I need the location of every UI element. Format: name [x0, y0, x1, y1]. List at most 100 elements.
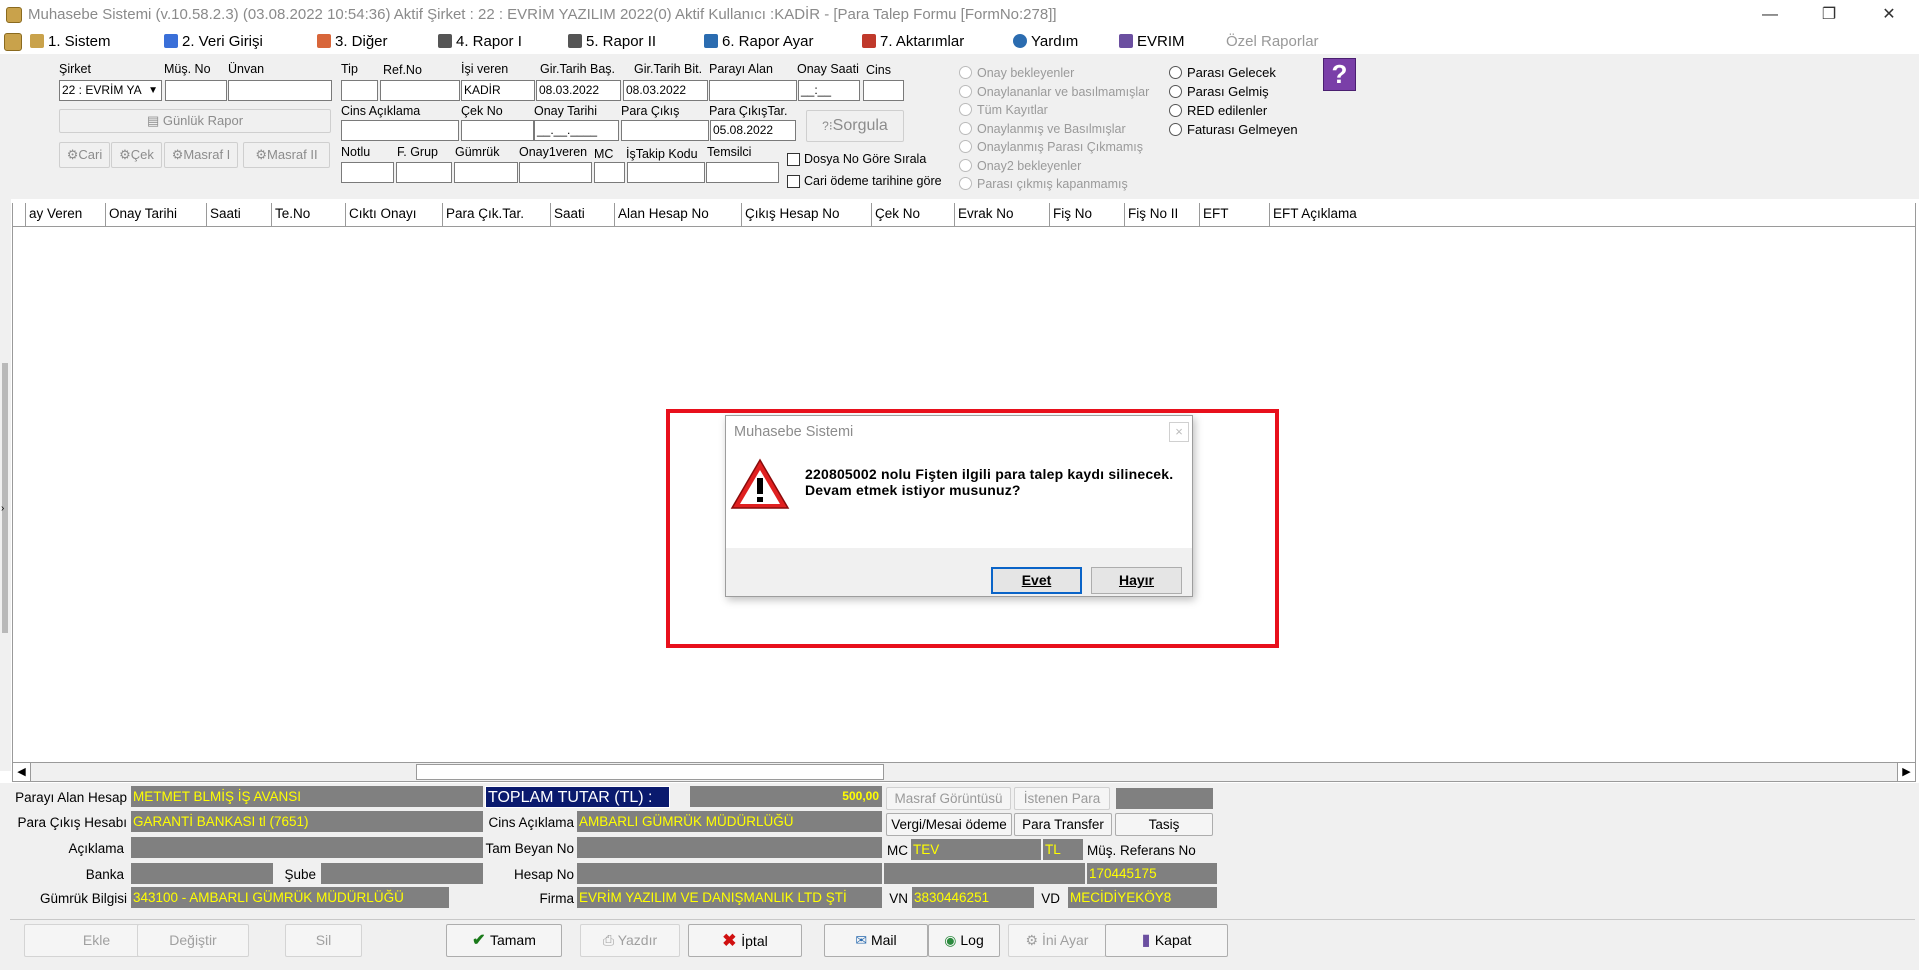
para-cikis-hesabi-field[interactable]: GARANTİ BANKASI tl (7651)	[131, 811, 483, 832]
mdi-app-icon[interactable]	[4, 33, 22, 51]
horizontal-scrollbar[interactable]: ◀ ▶	[12, 762, 1916, 782]
mc-field[interactable]: TEV	[911, 839, 1041, 860]
cins-input[interactable]	[863, 80, 904, 101]
col-para-cik-tar[interactable]: Para Çık.Tar.	[443, 203, 551, 227]
col-te-no[interactable]: Te.No	[272, 203, 346, 227]
col-cikti-onayi[interactable]: Cıktı Onayı	[346, 203, 443, 227]
para-cikis-tar-input[interactable]: 05.08.2022	[710, 120, 796, 141]
restore-button[interactable]: ❐	[1806, 0, 1852, 30]
ini-ayar-button[interactable]: ⚙ İni Ayar	[1008, 924, 1106, 957]
sube-field[interactable]	[321, 863, 483, 884]
vn-field[interactable]: 3830446251	[912, 887, 1034, 908]
firma-field[interactable]: EVRİM YAZILIM VE DANIŞMANLIK LTD ŞTİ	[577, 887, 882, 908]
refno-input[interactable]	[380, 80, 460, 101]
radio-parasi-gelmis[interactable]: Parası Gelmiş	[1169, 84, 1319, 103]
tasis-button[interactable]: Tasiş	[1115, 813, 1213, 836]
unvan-input[interactable]	[228, 80, 332, 101]
col-saati-2[interactable]: Saati	[551, 203, 615, 227]
radio-onay-bekleyenler[interactable]: Onay bekleyenler	[959, 66, 1169, 85]
minimize-button[interactable]: —	[1747, 0, 1793, 30]
col-evrak-no[interactable]: Evrak No	[955, 203, 1050, 227]
dosya-no-checkbox[interactable]	[787, 153, 800, 166]
masraf-2-button[interactable]: ⚙Masraf II	[243, 142, 330, 168]
menu-yardim[interactable]: Yardım	[1013, 32, 1078, 52]
hesap-extra-field[interactable]	[884, 863, 1085, 884]
cins-aciklama-input[interactable]	[341, 120, 459, 141]
radio-parasi-gelecek[interactable]: Parası Gelecek	[1169, 65, 1319, 84]
yazdir-button[interactable]: ⎙ Yazdır	[580, 924, 680, 957]
cek-no-input[interactable]	[461, 120, 534, 141]
radio-onay2-bekleyenler[interactable]: Onay2 bekleyenler	[959, 158, 1169, 178]
gir-tarih-bas-input[interactable]: 08.03.2022	[536, 80, 621, 101]
tam-beyan-field[interactable]	[577, 837, 882, 858]
tip-input[interactable]	[341, 80, 378, 101]
log-button[interactable]: ◉ Log	[928, 924, 1000, 957]
col-eft-aciklama[interactable]: EFT Açıklama	[1270, 203, 1915, 227]
hesap-no-field[interactable]	[577, 863, 882, 884]
col-saati[interactable]: Saati	[207, 203, 272, 227]
cins-aciklama-field[interactable]: AMBARLI GÜMRÜK MÜDÜRLÜĞÜ	[577, 811, 882, 832]
masraf-goruntusu-button[interactable]: Masraf Görüntüsü	[886, 787, 1011, 810]
col-cikis-hesap-no[interactable]: Çıkış Hesap No	[742, 203, 872, 227]
vergi-mesai-button[interactable]: Vergi/Mesai ödeme	[886, 813, 1012, 836]
radio-parasi-cikmamis[interactable]: Onaylanmış Parası Çıkmamış	[959, 140, 1169, 159]
menu-aktarimlar[interactable]: 7. Aktarımlar	[862, 32, 964, 52]
iptal-button[interactable]: ✖ İptal	[688, 924, 802, 957]
cari-button[interactable]: ⚙Cari	[59, 142, 110, 168]
help-icon[interactable]: ?	[1323, 58, 1356, 91]
onay1veren-input[interactable]	[519, 162, 592, 183]
isiveren-input[interactable]: KADİR	[461, 80, 535, 101]
temsilci-input[interactable]	[706, 162, 779, 183]
radio-faturasi-gelmeyen[interactable]: Faturası Gelmeyen	[1169, 122, 1319, 141]
menu-diger[interactable]: 3. Diğer	[317, 32, 388, 52]
radio-tum-kayitlar[interactable]: Tüm Kayıtlar	[959, 103, 1169, 122]
para-transfer-button[interactable]: Para Transfer	[1014, 813, 1112, 836]
cari-odeme-checkbox[interactable]	[787, 175, 800, 188]
notlu-input[interactable]	[341, 162, 394, 183]
scrollbar-thumb[interactable]	[416, 764, 884, 780]
menu-ozel-raporlar[interactable]: Özel Raporlar	[1226, 32, 1319, 52]
vd-field[interactable]: MECİDİYEKÖY8	[1068, 887, 1217, 908]
left-splitter[interactable]: ›	[0, 198, 11, 771]
mus-referans-field[interactable]: 170445175	[1087, 863, 1217, 884]
close-button[interactable]: ✕	[1866, 0, 1912, 30]
degistir-button[interactable]: Değiştir	[137, 924, 249, 957]
banka-field[interactable]	[131, 863, 273, 884]
col-fis-no[interactable]: Fiş No	[1050, 203, 1125, 227]
menu-rapor-ayar[interactable]: 6. Rapor Ayar	[704, 32, 813, 52]
menu-rapor-2[interactable]: 5. Rapor II	[568, 32, 656, 52]
gunluk-rapor-button[interactable]: ▤ Günlük Rapor	[59, 109, 331, 133]
radio-onaylanmis-basilmis[interactable]: Onaylanmış ve Basılmışlar	[959, 121, 1169, 141]
radio-parasi-cikmis[interactable]: Parası çıkmış kapanmamış	[959, 177, 1169, 196]
radio-onaylananlar[interactable]: Onaylananlar ve basılmamışlar	[959, 84, 1169, 104]
menu-sistem[interactable]: 1. Sistem	[30, 32, 111, 52]
scroll-right-icon[interactable]: ▶	[1897, 763, 1915, 781]
masraf-1-button[interactable]: ⚙Masraf I	[164, 142, 238, 168]
onay-saati-input[interactable]: __:__	[798, 80, 860, 101]
menu-evrim[interactable]: EVRIM	[1119, 32, 1185, 52]
sil-button[interactable]: Sil	[285, 924, 362, 957]
gir-tarih-bit-input[interactable]: 08.03.2022	[623, 80, 708, 101]
mc-input[interactable]	[594, 162, 625, 183]
col-alan-hesap-no[interactable]: Alan Hesap No	[615, 203, 742, 227]
col-fis-no-2[interactable]: Fiş No II	[1125, 203, 1200, 227]
kapat-button[interactable]: ▮ Kapat	[1105, 924, 1228, 957]
onay-tarihi-input[interactable]: __.__.____	[534, 120, 619, 141]
splitter-handle[interactable]	[2, 363, 8, 633]
col-onay-tarihi[interactable]: Onay Tarihi	[106, 203, 207, 227]
parayi-alan-input[interactable]	[709, 80, 797, 101]
radio-red-edilenler[interactable]: RED edilenler	[1169, 103, 1319, 122]
scroll-left-icon[interactable]: ◀	[13, 763, 31, 781]
mail-button[interactable]: ✉ Mail	[824, 924, 928, 957]
para-cikis-input[interactable]	[621, 120, 709, 141]
mus-no-input[interactable]	[165, 80, 227, 101]
istakip-input[interactable]	[627, 162, 705, 183]
gumruk-bilgisi-field[interactable]: 343100 - AMBARLI GÜMRÜK MÜDÜRLÜĞÜ	[131, 887, 449, 908]
tl-field[interactable]: TL	[1043, 839, 1083, 860]
col-cek-no[interactable]: Çek No	[872, 203, 955, 227]
col-onay-veren[interactable]: ay Veren	[26, 203, 106, 227]
istenen-para-field[interactable]	[1116, 788, 1213, 809]
parayi-alan-hesap-field[interactable]: METMET BLMİŞ İŞ AVANSI	[131, 786, 483, 807]
menu-veri-girisi[interactable]: 2. Veri Girişi	[164, 32, 263, 52]
menu-rapor-1[interactable]: 4. Rapor I	[438, 32, 522, 52]
